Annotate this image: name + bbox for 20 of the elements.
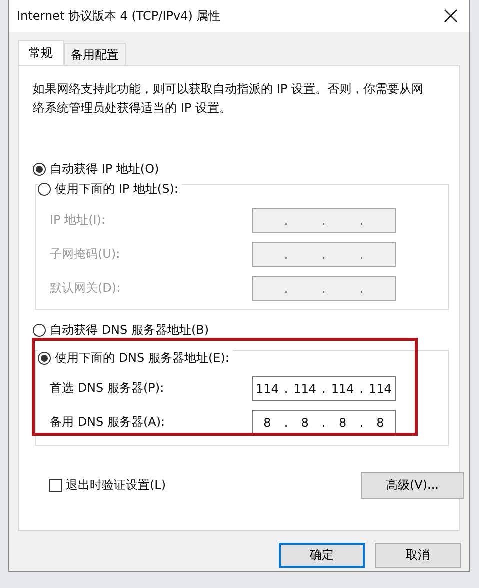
ip-address-field[interactable]: 114 . 114 . 114 . 114 bbox=[252, 376, 396, 401]
radio-option[interactable]: 使用下面的 DNS 服务器地址(E): bbox=[38, 350, 234, 367]
checkbox-option[interactable]: 退出时验证设置(L) bbox=[49, 477, 166, 494]
radio-option[interactable]: 使用下面的 IP 地址(S): bbox=[38, 181, 182, 198]
field-label: 默认网关(D): bbox=[50, 280, 121, 297]
description-text: 如果网络支持此功能，则可以获取自动指派的 IP 设置。否则，你需要从网络系统管理员处获得适当的 IP 设置。 bbox=[33, 81, 424, 117]
advanced-button[interactable]: 高级(V)... bbox=[361, 472, 464, 499]
ip-address-field[interactable]: . . . bbox=[252, 242, 396, 267]
ip-address-field[interactable]: 8 . 8 . 8 . 8 bbox=[252, 410, 396, 435]
field-label: 子网掩码(U): bbox=[50, 246, 120, 263]
tab[interactable]: 常规 bbox=[18, 40, 64, 65]
field-label: 首选 DNS 服务器(P): bbox=[50, 380, 164, 397]
ip-address-field[interactable]: . . . bbox=[252, 276, 396, 301]
cancel-button[interactable]: 取消 bbox=[375, 543, 461, 568]
ip-address-field[interactable]: . . . bbox=[252, 208, 396, 233]
tab[interactable]: 备用配置 bbox=[64, 43, 126, 65]
window-title: Internet 协议版本 4 (TCP/IPv4) 属性 bbox=[17, 8, 221, 24]
field-label: 备用 DNS 服务器(A): bbox=[50, 414, 166, 431]
field-label: IP 地址(I): bbox=[50, 212, 106, 229]
ok-button[interactable]: 确定 bbox=[279, 543, 365, 568]
